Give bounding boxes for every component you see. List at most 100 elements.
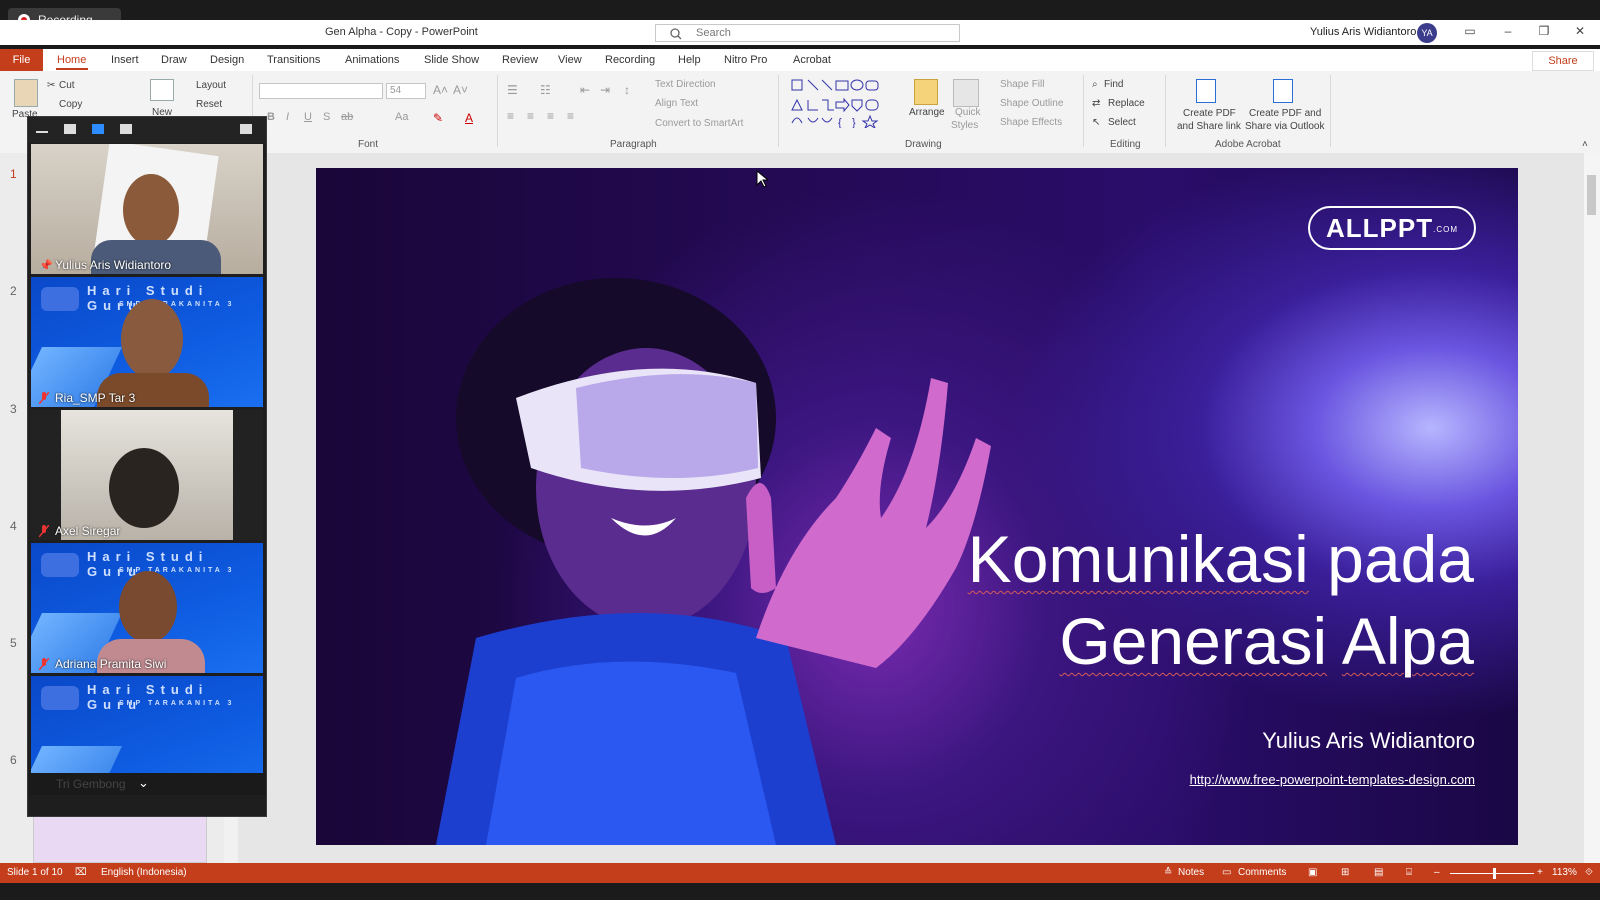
new-slide-icon[interactable] bbox=[150, 79, 174, 101]
tab-file[interactable]: File bbox=[0, 49, 43, 71]
tab-review[interactable]: Review bbox=[502, 54, 538, 66]
scrollbar-thumb[interactable] bbox=[1587, 175, 1596, 215]
video-tile[interactable]: Hari Studi Guru SMP TARAKANITA 3 Adriana… bbox=[31, 543, 263, 673]
bullets-icon[interactable]: ☰ bbox=[507, 83, 518, 97]
avatar[interactable]: YA bbox=[1417, 23, 1437, 43]
shape-fill-button[interactable]: Shape Fill bbox=[1000, 79, 1044, 90]
fit-slide-icon[interactable]: ⟐ bbox=[1585, 867, 1593, 878]
strikethrough-icon[interactable]: ab bbox=[341, 111, 353, 123]
notes-button[interactable]: Notes bbox=[1178, 867, 1204, 878]
comments-button[interactable]: Comments bbox=[1238, 867, 1286, 878]
tab-slide-show[interactable]: Slide Show bbox=[424, 54, 479, 66]
tab-transitions[interactable]: Transitions bbox=[267, 54, 320, 66]
tab-help[interactable]: Help bbox=[678, 54, 701, 66]
create-pdf-outlook-line2[interactable]: Share via Outlook bbox=[1245, 121, 1325, 132]
text-direction-button[interactable]: Text Direction bbox=[655, 79, 716, 90]
zoom-level[interactable]: 113% bbox=[1552, 867, 1577, 878]
share-button[interactable]: Share bbox=[1532, 51, 1594, 71]
normal-view-icon[interactable]: ▣ bbox=[1308, 867, 1317, 878]
font-name-box[interactable] bbox=[259, 83, 383, 99]
tab-recording[interactable]: Recording bbox=[605, 54, 655, 66]
reading-view-icon[interactable]: ▤ bbox=[1374, 867, 1383, 878]
tab-view[interactable]: View bbox=[558, 54, 582, 66]
highlight-icon[interactable]: ✎ bbox=[433, 111, 443, 125]
slide-sorter-icon[interactable]: ⊞ bbox=[1341, 867, 1349, 878]
pdf-outlook-icon[interactable] bbox=[1273, 79, 1293, 103]
notes-icon[interactable]: ≙ bbox=[1164, 867, 1172, 878]
italic-icon[interactable]: I bbox=[286, 111, 289, 123]
grow-font-icon[interactable]: A˄ bbox=[433, 83, 448, 97]
find-button[interactable]: Find bbox=[1104, 79, 1123, 90]
justify-icon[interactable]: ≡ bbox=[567, 109, 574, 123]
arrange-button[interactable]: Arrange bbox=[909, 107, 945, 118]
accessibility-icon[interactable]: ⌧ bbox=[75, 867, 87, 878]
font-size-box[interactable]: 54 bbox=[386, 83, 426, 99]
align-left-icon[interactable]: ≡ bbox=[507, 109, 514, 123]
video-tile[interactable]: 📌 Yulius Aris Widiantoro bbox=[31, 144, 263, 274]
shadow-icon[interactable]: S bbox=[323, 111, 330, 123]
gallery-view-icon[interactable] bbox=[120, 124, 132, 134]
create-pdf-share-line2[interactable]: and Share link bbox=[1177, 121, 1241, 132]
speaker-view-icon[interactable] bbox=[64, 124, 76, 134]
arrange-icon[interactable] bbox=[914, 79, 938, 105]
align-text-button[interactable]: Align Text bbox=[655, 98, 698, 109]
tab-home[interactable]: Home bbox=[57, 54, 86, 66]
select-button[interactable]: Select bbox=[1108, 117, 1136, 128]
create-pdf-share-line1[interactable]: Create PDF bbox=[1183, 108, 1236, 119]
slide-counter[interactable]: Slide 1 of 10 bbox=[7, 867, 63, 878]
layout-button[interactable]: Layout bbox=[196, 80, 226, 91]
restore-icon[interactable]: ❐ bbox=[1536, 24, 1552, 40]
underline-icon[interactable]: U bbox=[304, 111, 312, 123]
tab-acrobat[interactable]: Acrobat bbox=[793, 54, 831, 66]
zoom-slider-thumb[interactable] bbox=[1492, 868, 1496, 879]
strip-view-icon[interactable] bbox=[92, 124, 104, 134]
cut-button[interactable]: Cut bbox=[59, 80, 75, 91]
video-tile[interactable]: Axel Siregar bbox=[31, 410, 263, 540]
slideshow-icon[interactable]: ⌸ bbox=[1406, 867, 1412, 878]
paste-icon[interactable] bbox=[14, 79, 38, 107]
quick-styles-label-1[interactable]: Quick bbox=[955, 107, 981, 118]
language-indicator[interactable]: English (Indonesia) bbox=[101, 867, 187, 878]
convert-smartart-button[interactable]: Convert to SmartArt bbox=[655, 118, 743, 129]
ribbon-display-icon[interactable]: ▭ bbox=[1462, 24, 1478, 40]
vertical-scrollbar[interactable] bbox=[1584, 153, 1600, 863]
quick-styles-label-2[interactable]: Styles bbox=[951, 120, 978, 131]
align-right-icon[interactable]: ≡ bbox=[547, 109, 554, 123]
find-icon[interactable]: ⌕ bbox=[1092, 79, 1098, 90]
thumbnail-number[interactable]: 3 bbox=[10, 402, 17, 416]
zoom-out-icon[interactable]: – bbox=[1434, 867, 1440, 878]
slide-url-link[interactable]: http://www.free-powerpoint-templates-des… bbox=[1190, 772, 1475, 787]
shrink-font-icon[interactable]: A˅ bbox=[453, 83, 468, 97]
reset-button[interactable]: Reset bbox=[196, 99, 222, 110]
collapse-ribbon-icon[interactable]: ˄ bbox=[1582, 139, 1588, 150]
numbering-icon[interactable]: ☷ bbox=[540, 83, 551, 97]
shapes-gallery[interactable]: {} bbox=[790, 78, 898, 130]
zoom-in-icon[interactable]: + bbox=[1537, 867, 1543, 878]
shape-outline-button[interactable]: Shape Outline bbox=[1000, 98, 1063, 109]
user-name[interactable]: Yulius Aris Widiantoro bbox=[1310, 26, 1416, 38]
thumbnail-number[interactable]: 6 bbox=[10, 753, 17, 767]
tab-insert[interactable]: Insert bbox=[111, 54, 139, 66]
shape-effects-button[interactable]: Shape Effects bbox=[1000, 117, 1062, 128]
quick-styles-icon[interactable] bbox=[953, 79, 979, 107]
comments-icon[interactable]: ▭ bbox=[1222, 867, 1231, 878]
slide-author[interactable]: Yulius Aris Widiantoro bbox=[1262, 728, 1475, 754]
create-pdf-outlook-line1[interactable]: Create PDF and bbox=[1249, 108, 1321, 119]
tab-draw[interactable]: Draw bbox=[161, 54, 187, 66]
exit-panel-icon[interactable] bbox=[240, 124, 252, 134]
bold-icon[interactable]: B bbox=[267, 111, 275, 123]
tab-design[interactable]: Design bbox=[210, 54, 244, 66]
video-tile[interactable]: Hari Studi Guru SMP TARAKANITA 3 Ria_SMP… bbox=[31, 277, 263, 407]
cut-icon[interactable]: ✂ bbox=[47, 80, 55, 91]
video-tile[interactable]: Hari Studi Guru SMP TARAKANITA 3 bbox=[31, 676, 263, 773]
font-color-icon[interactable]: A bbox=[465, 111, 473, 125]
tab-nitro-pro[interactable]: Nitro Pro bbox=[724, 54, 767, 66]
chevron-down-icon[interactable]: ⌄ bbox=[138, 775, 149, 791]
line-spacing-icon[interactable]: ↕ bbox=[624, 83, 630, 97]
replace-button[interactable]: Replace bbox=[1108, 98, 1145, 109]
slide-title[interactable]: Komunikasi pada Generasi Alpa bbox=[854, 518, 1474, 682]
align-center-icon[interactable]: ≡ bbox=[527, 109, 534, 123]
outdent-icon[interactable]: ⇥ bbox=[600, 83, 610, 97]
close-icon[interactable]: ✕ bbox=[1572, 24, 1588, 40]
replace-icon[interactable]: ⇄ bbox=[1092, 98, 1100, 109]
